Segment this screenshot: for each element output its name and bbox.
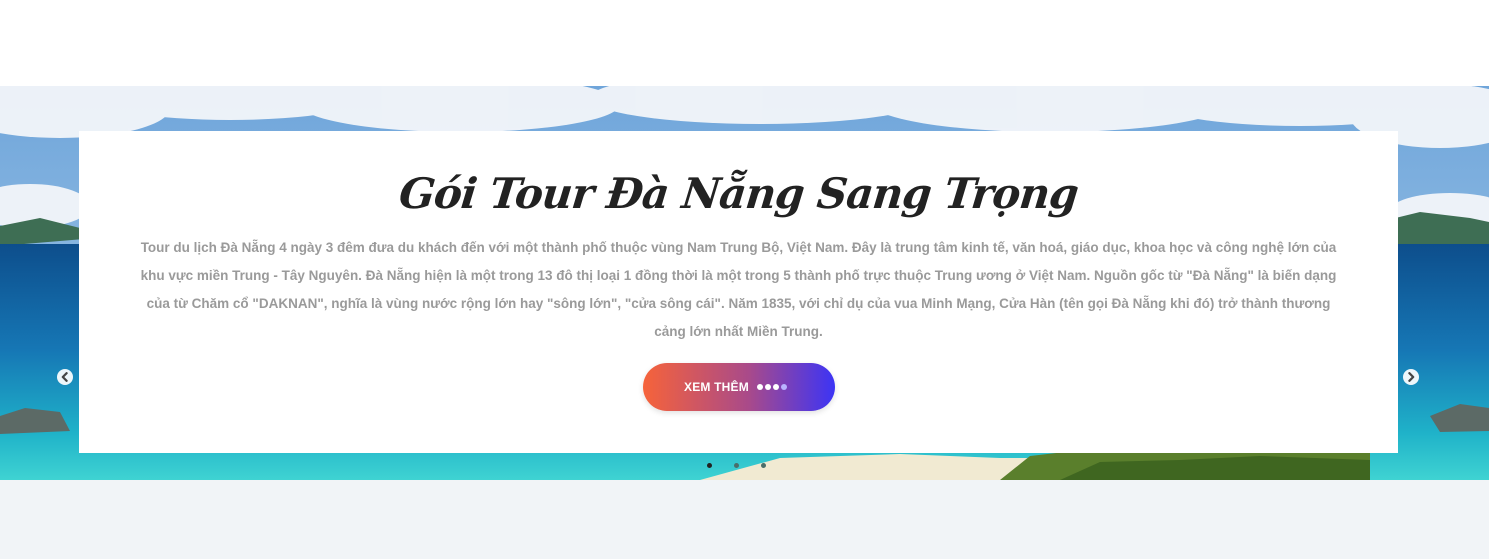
carousel-prev-button[interactable] xyxy=(57,369,73,385)
carousel-dot-3[interactable] xyxy=(761,463,766,468)
loading-dots-icon xyxy=(757,384,797,391)
tour-title: Gói Tour Đà Nẵng Sang Trọng xyxy=(396,169,1081,218)
carousel-next-button[interactable] xyxy=(1403,369,1419,385)
see-more-button[interactable]: XEM THÊM xyxy=(643,363,835,411)
bottom-section-background xyxy=(0,480,1489,559)
carousel-dot-1[interactable] xyxy=(707,463,712,468)
loading-dot xyxy=(781,384,787,390)
carousel-dot-2[interactable] xyxy=(734,463,739,468)
loading-dot xyxy=(765,384,771,390)
see-more-label: XEM THÊM xyxy=(684,380,749,394)
chevron-right-icon xyxy=(1408,372,1415,382)
top-white-band xyxy=(0,0,1489,86)
loading-dot xyxy=(773,384,779,390)
loading-dot xyxy=(757,384,763,390)
chevron-left-icon xyxy=(61,372,68,382)
tour-description: Tour du lịch Đà Nẵng 4 ngày 3 đêm đưa du… xyxy=(140,240,1337,339)
carousel-pagination xyxy=(707,463,771,471)
